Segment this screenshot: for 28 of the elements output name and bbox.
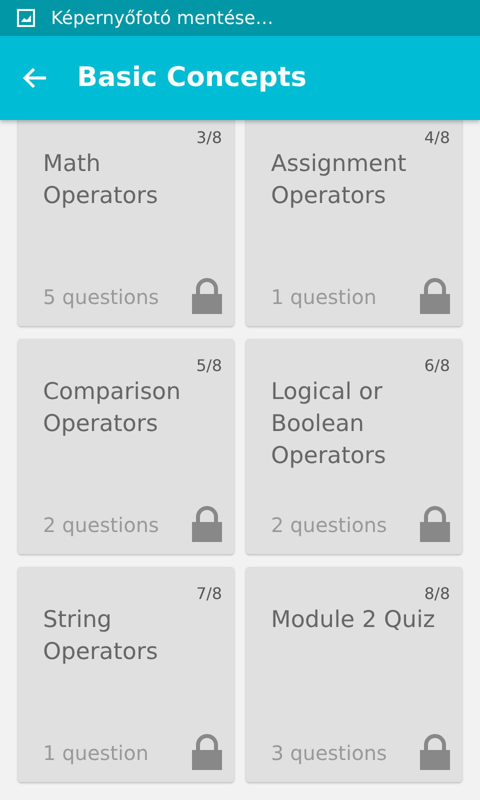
lesson-number: 7/8 (196, 586, 222, 602)
lesson-card[interactable]: 7/8 String Operators 1 question (18, 567, 234, 782)
lesson-card[interactable]: 6/8 Logical or Boolean Operators 2 questions (246, 339, 462, 554)
back-button[interactable] (22, 66, 48, 90)
lesson-number: 6/8 (424, 358, 450, 374)
question-count: 2 questions (43, 512, 159, 539)
lesson-title: Comparison Operators (43, 378, 182, 439)
image-icon (17, 9, 35, 27)
screen-title: Basic Concepts (77, 60, 307, 95)
lesson-number: 8/8 (424, 586, 450, 602)
lesson-card[interactable]: 3/8 Math Operators 5 questions (18, 120, 234, 326)
question-count: 1 question (43, 740, 148, 767)
notification-text: Képernyőfotó mentése… (51, 6, 274, 30)
lesson-card[interactable]: 5/8 Comparison Operators 2 questions (18, 339, 234, 554)
lesson-card[interactable]: 4/8 Assignment Operators 1 question (246, 120, 462, 326)
lesson-number: 4/8 (424, 130, 450, 146)
lesson-title: Math Operators (43, 150, 159, 211)
lesson-number: 5/8 (196, 358, 222, 374)
question-count: 3 questions (271, 740, 387, 767)
lesson-number: 3/8 (196, 130, 222, 146)
lesson-title: Assignment Operators (271, 150, 408, 211)
lesson-card[interactable]: 8/8 Module 2 Quiz 3 questions (246, 567, 462, 782)
lesson-title: String Operators (43, 606, 159, 667)
lesson-title: Module 2 Quiz (271, 606, 436, 635)
question-count: 1 question (271, 284, 376, 311)
question-count: 2 questions (271, 512, 387, 539)
lesson-title: Logical or Boolean Operators (271, 378, 387, 471)
question-count: 5 questions (43, 284, 159, 311)
